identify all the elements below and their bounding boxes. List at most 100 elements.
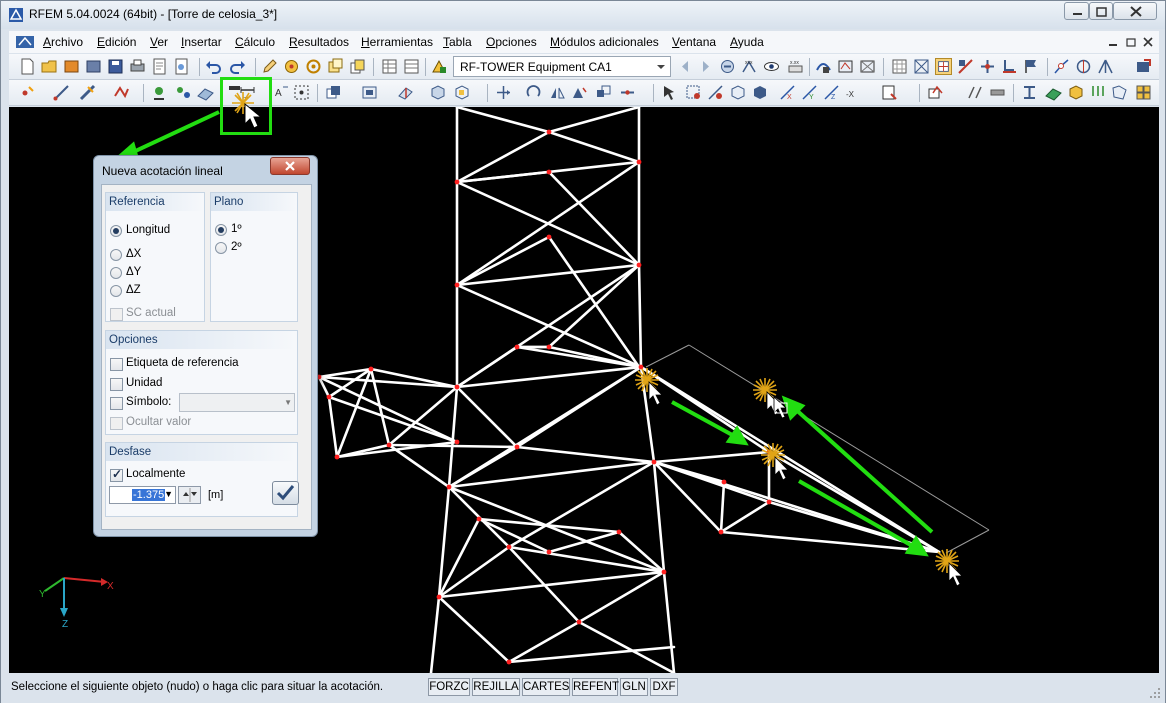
- minimize-button[interactable]: [1064, 2, 1089, 20]
- dialog-close-button[interactable]: [270, 157, 310, 175]
- node-icon[interactable]: [979, 58, 996, 75]
- status-button-rejilla[interactable]: REJILLA: [472, 678, 520, 696]
- export-icon[interactable]: [1135, 58, 1152, 75]
- copy-icon[interactable]: [349, 58, 366, 75]
- solid-icon[interactable]: [1067, 84, 1084, 101]
- view-tripod-icon[interactable]: [1097, 58, 1114, 75]
- print-icon[interactable]: [129, 58, 146, 75]
- menu-ayuda[interactable]: Ayuda: [730, 35, 764, 49]
- menu-calculo[interactable]: Cálculo: [235, 35, 275, 49]
- undo-icon[interactable]: [205, 58, 222, 75]
- values-icon[interactable]: xxx: [741, 58, 758, 75]
- grid-point-icon[interactable]: [327, 58, 344, 75]
- menu-herramientas[interactable]: Herramientas: [361, 35, 433, 49]
- select-line-icon[interactable]: [707, 84, 724, 101]
- result-values-icon[interactable]: x.xx: [787, 58, 804, 75]
- display-settings-icon[interactable]: [361, 84, 378, 101]
- edit-pencil-icon[interactable]: [261, 58, 278, 75]
- new-support-icon[interactable]: [151, 84, 168, 101]
- radio-delta-z[interactable]: [110, 285, 122, 297]
- plate-icon[interactable]: [1045, 84, 1062, 101]
- new-polyline-icon[interactable]: [113, 84, 130, 101]
- status-button-refent[interactable]: REFENT: [572, 678, 619, 696]
- line-hinge-icon[interactable]: [1053, 58, 1070, 75]
- simbolo-select[interactable]: ▼: [179, 393, 295, 412]
- radio-delta-y[interactable]: [110, 267, 122, 279]
- sc-actual-checkbox[interactable]: [110, 308, 123, 321]
- animation-icon[interactable]: [815, 58, 832, 75]
- deformation-icon[interactable]: [837, 58, 854, 75]
- view-minus-x-icon[interactable]: -X: [845, 84, 862, 101]
- menu-opciones[interactable]: Opciones: [486, 35, 537, 49]
- new-line-icon[interactable]: [53, 84, 70, 101]
- solid-render-icon[interactable]: [429, 84, 446, 101]
- divide-member-icon[interactable]: [619, 84, 636, 101]
- rotate-view-icon[interactable]: [1075, 58, 1092, 75]
- mdi-window-controls[interactable]: [1107, 35, 1155, 49]
- open-folder-icon[interactable]: [41, 58, 58, 75]
- flag-icon[interactable]: [1023, 58, 1040, 75]
- print-report-icon[interactable]: [151, 58, 168, 75]
- simbolo-checkbox[interactable]: [110, 397, 123, 410]
- new-member-icon[interactable]: [79, 84, 96, 101]
- ibeam-icon[interactable]: [1021, 84, 1038, 101]
- chevron-down-icon[interactable]: ▼: [164, 489, 173, 499]
- project-icon[interactable]: [85, 58, 102, 75]
- show-results-icon[interactable]: [763, 58, 780, 75]
- results-table-icon[interactable]: [403, 58, 420, 75]
- grid-toggle-icon[interactable]: [891, 58, 908, 75]
- calculate-icon[interactable]: [719, 58, 736, 75]
- resize-grip-icon[interactable]: [1149, 687, 1161, 699]
- section-view-icon[interactable]: [397, 84, 414, 101]
- snap-icon[interactable]: [283, 58, 300, 75]
- new-hinge-icon[interactable]: [175, 84, 192, 101]
- document-icon[interactable]: [15, 34, 35, 50]
- localmente-checkbox[interactable]: [110, 467, 123, 482]
- cross-section-icon[interactable]: [989, 84, 1006, 101]
- new-file-icon[interactable]: [19, 58, 36, 75]
- offset-value-input[interactable]: -1.375 ▼: [109, 486, 176, 504]
- menu-resultados[interactable]: Resultados: [289, 35, 349, 49]
- new-node-icon[interactable]: [19, 84, 36, 101]
- highlighted-toolbar-button[interactable]: [220, 77, 272, 135]
- fe-mesh-icon[interactable]: [1111, 84, 1128, 101]
- new-comment-icon[interactable]: A: [273, 84, 290, 101]
- view-x-icon[interactable]: X: [779, 84, 796, 101]
- etiqueta-referencia-checkbox[interactable]: [110, 358, 123, 371]
- support-icon[interactable]: [1001, 58, 1018, 75]
- select-window-icon[interactable]: [685, 84, 702, 101]
- load-arrows-icon[interactable]: [1089, 84, 1106, 101]
- status-button-gln[interactable]: GLN: [620, 678, 648, 696]
- active-view-tool-icon[interactable]: [935, 58, 952, 75]
- status-button-forzc[interactable]: FORZC: [428, 678, 470, 696]
- menu-ver[interactable]: Ver: [150, 35, 168, 49]
- radio-plano-2[interactable]: [215, 242, 227, 254]
- menu-tabla[interactable]: Tabla: [443, 35, 472, 49]
- ok-button[interactable]: [272, 481, 299, 505]
- move-icon[interactable]: [495, 84, 512, 101]
- mirror-icon[interactable]: [549, 84, 566, 101]
- menu-modulos-adicionales[interactable]: Módulos adicionales: [550, 35, 659, 49]
- menu-edicion[interactable]: Edición: [97, 35, 136, 49]
- table-icon[interactable]: [381, 58, 398, 75]
- radio-delta-x[interactable]: [110, 249, 122, 261]
- project-transform-icon[interactable]: [571, 84, 588, 101]
- wireframe-render-icon[interactable]: [453, 84, 470, 101]
- load-case-select[interactable]: RF-TOWER Equipment CA1: [453, 56, 671, 77]
- previous-icon[interactable]: [677, 58, 694, 75]
- layout-icon[interactable]: [1135, 84, 1152, 101]
- line-hinge-small-icon[interactable]: [967, 84, 984, 101]
- radio-plano-1[interactable]: [215, 224, 227, 236]
- radio-longitud[interactable]: [110, 225, 122, 237]
- new-surface-icon[interactable]: [197, 84, 214, 101]
- status-button-dxf[interactable]: DXF: [650, 678, 678, 696]
- visibility-icon[interactable]: [325, 84, 342, 101]
- ocultar-valor-checkbox[interactable]: [110, 417, 123, 430]
- view-iso-icon[interactable]: [751, 84, 768, 101]
- view-z-icon[interactable]: Z: [823, 84, 840, 101]
- guideline-icon[interactable]: [293, 84, 310, 101]
- member-icon[interactable]: [957, 58, 974, 75]
- maximize-button[interactable]: [1089, 2, 1113, 20]
- offset-spinner[interactable]: [178, 486, 201, 504]
- print-preview-icon[interactable]: [881, 84, 898, 101]
